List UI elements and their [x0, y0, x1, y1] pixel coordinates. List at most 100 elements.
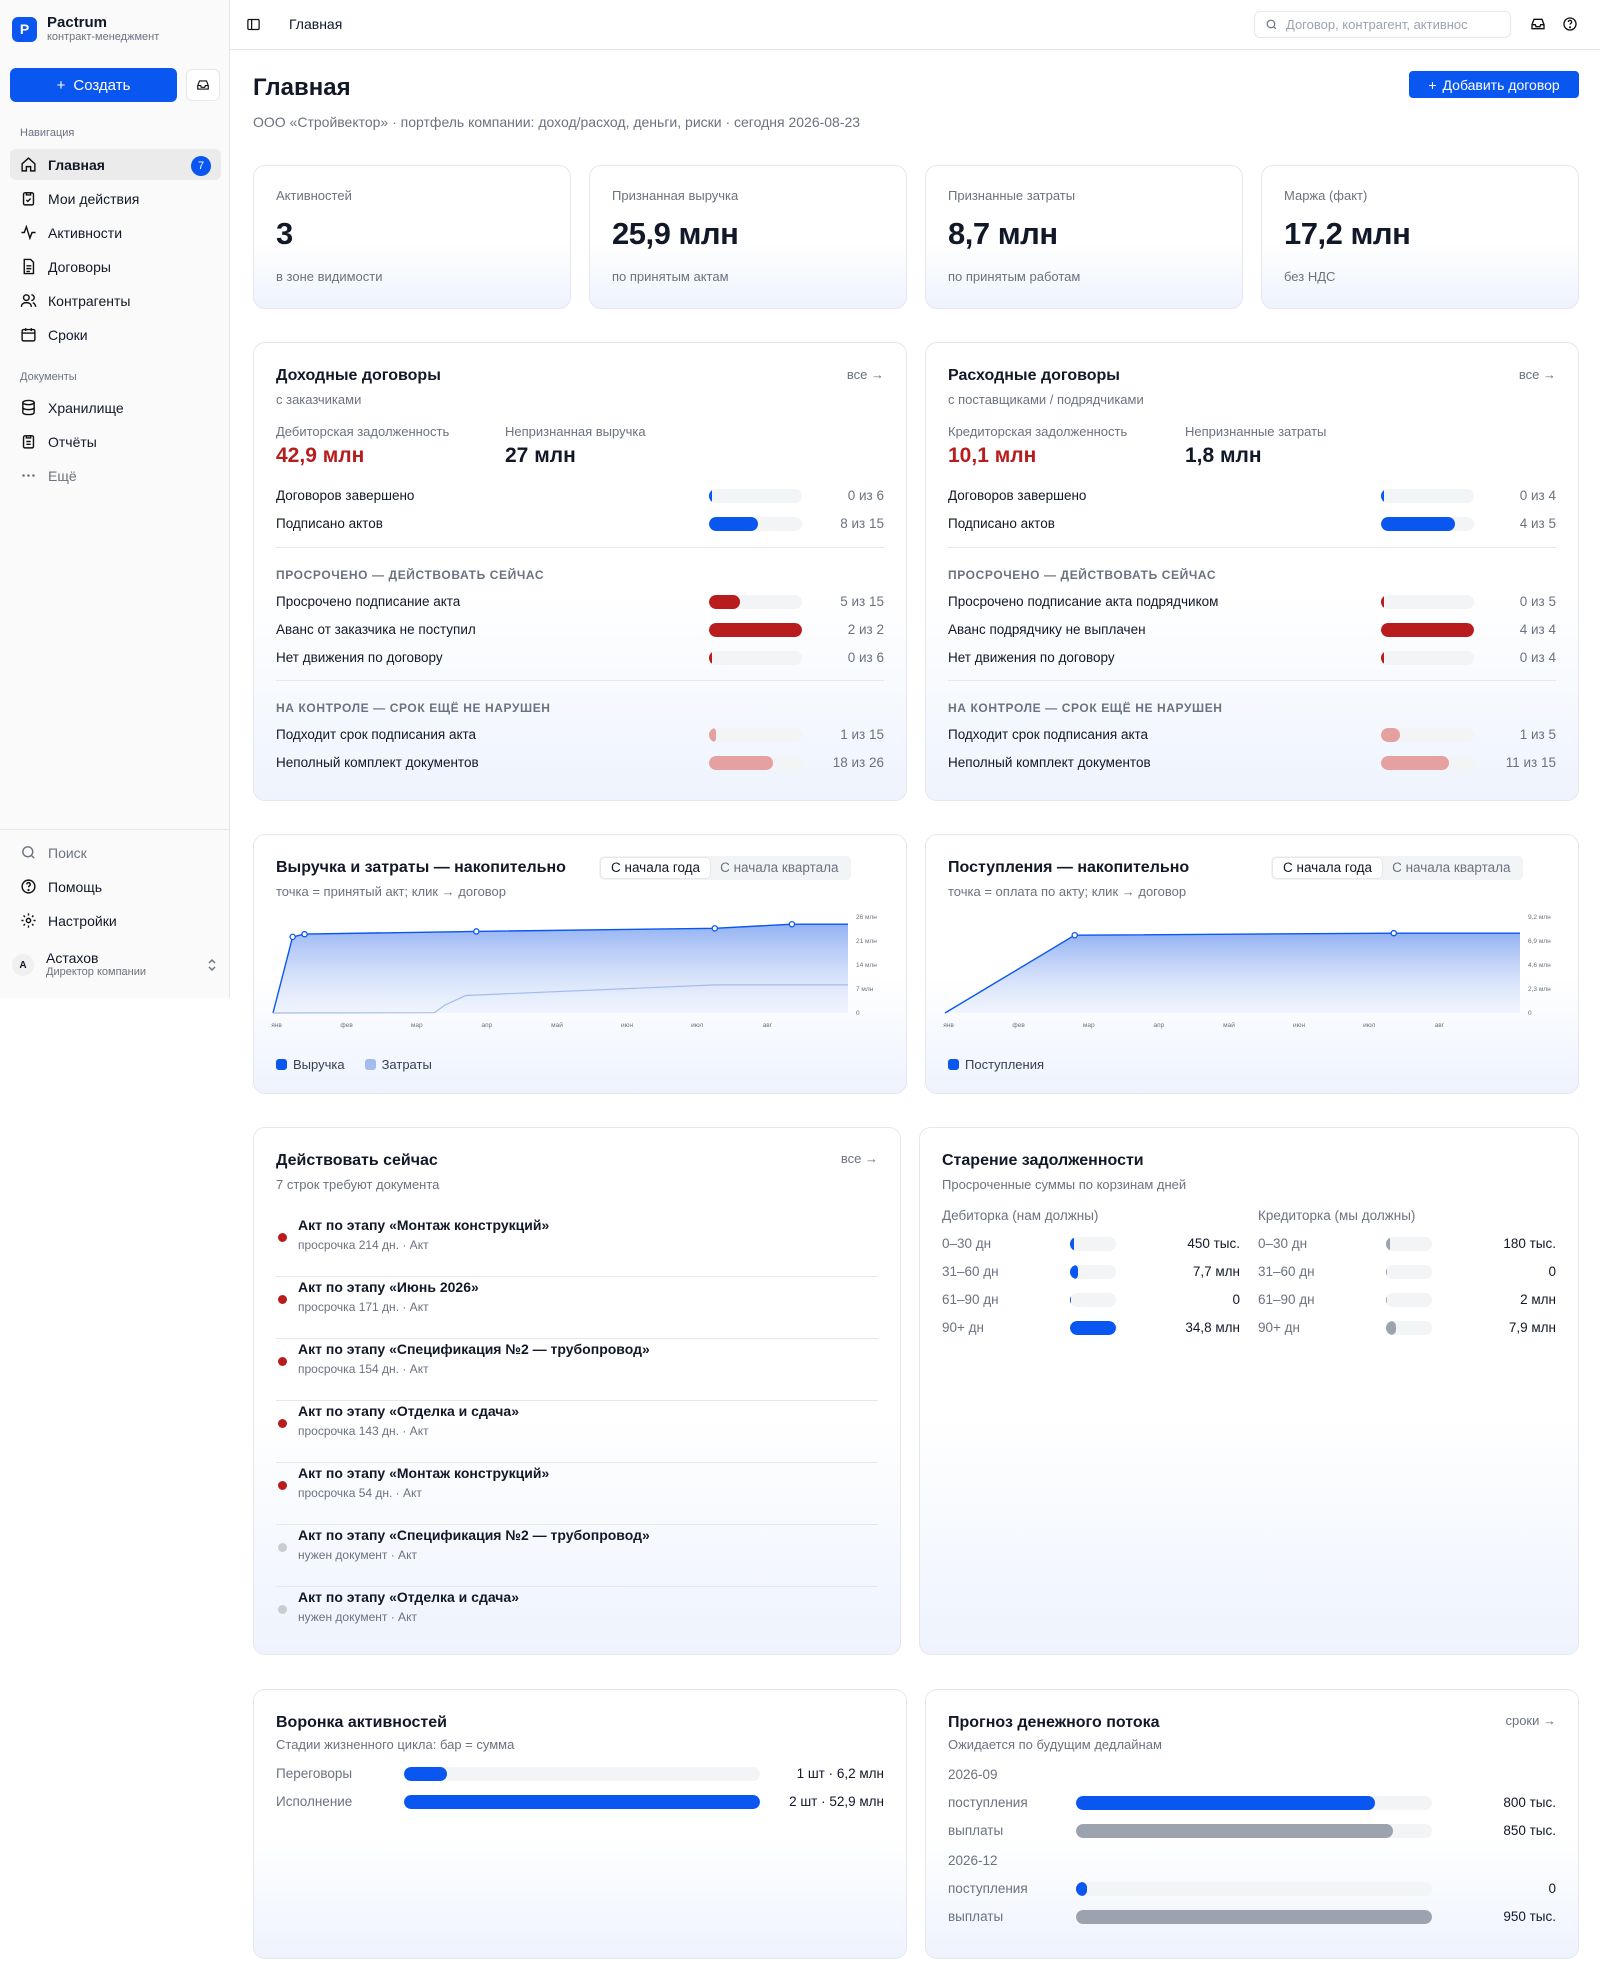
aging-bucket-label: 31–60 дн	[942, 1264, 999, 1279]
y-tick-label: 0	[856, 1010, 860, 1017]
all-link[interactable]: все →	[841, 1151, 878, 1166]
control-row-count: 1 из 5	[1519, 727, 1556, 742]
breadcrumb[interactable]: Главная	[289, 16, 342, 32]
chart-legend: Поступления	[948, 1057, 1044, 1072]
action-item[interactable]: Акт по этапу «Отделка и сдача» просрочка…	[276, 1401, 878, 1463]
funnel-bar[interactable]	[404, 1795, 760, 1809]
sidebar-item-deadlines[interactable]: Сроки	[10, 319, 221, 350]
sidebar-item-contracts[interactable]: Договоры	[10, 251, 221, 282]
overdue-row-label[interactable]: Нет движения по договору	[948, 650, 1115, 665]
forecast-fill	[1076, 1796, 1376, 1810]
overdue-row-label[interactable]: Аванс подрядчику не выплачен	[948, 622, 1146, 637]
control-row-label[interactable]: Подходит срок подписания акта	[276, 727, 476, 742]
kpi-note: по принятым работам	[948, 269, 1081, 284]
funnel-value: 2 шт · 52,9 млн	[789, 1794, 884, 1809]
progress-fill	[1381, 517, 1456, 531]
progress-bar	[1381, 651, 1474, 665]
overdue-row-label[interactable]: Нет движения по договору	[276, 650, 443, 665]
sidebar-item-my-actions[interactable]: Мои действия	[10, 183, 221, 214]
inbox-button[interactable]	[186, 69, 220, 101]
tab-year-to-date[interactable]: С начала года	[1273, 858, 1383, 878]
forecast-fill	[1076, 1910, 1432, 1924]
database-icon	[22, 399, 35, 416]
clipboard-check-icon	[22, 192, 35, 206]
sidebar-item-help[interactable]: Помощь	[10, 871, 221, 902]
sidebar-item-activities[interactable]: Активности	[10, 217, 221, 248]
y-tick-label: 6,9 млн	[1528, 938, 1551, 945]
action-item[interactable]: Акт по этапу «Отделка и сдача» нужен док…	[276, 1587, 878, 1649]
action-meta: просрочка 214 дн. · Акт	[298, 1238, 429, 1252]
forecast-bar[interactable]	[1076, 1824, 1432, 1838]
tab-year-to-date[interactable]: С начала года	[601, 858, 711, 878]
users-icon	[20, 294, 37, 307]
user-menu[interactable]: A Астахов Директор компании	[12, 951, 218, 979]
sidebar-item-search[interactable]: Поиск	[10, 837, 221, 868]
progress-bar	[709, 489, 802, 503]
sidebar-item-home[interactable]: Главная 7	[10, 149, 221, 180]
kpi-card-activities[interactable]: Активностей 3 в зоне видимости	[253, 165, 571, 309]
action-item[interactable]: Акт по этапу «Монтаж конструкций» просро…	[276, 1215, 878, 1277]
docs-heading: Документы	[20, 371, 77, 383]
brand[interactable]: P Pactrum контракт-менеджмент	[12, 14, 159, 44]
brand-logo: P	[12, 16, 37, 42]
overdue-row-label[interactable]: Просрочено подписание акта подрядчиком	[948, 594, 1218, 609]
forecast-period: 2026-12	[948, 1853, 998, 1868]
debt-aging-card: Старение задолженности Просроченные сумм…	[919, 1127, 1579, 1655]
tab-quarter-to-date[interactable]: С начала квартала	[1382, 858, 1520, 878]
card-subtitle: Стадии жизненного цикла: бар = сумма	[276, 1737, 515, 1752]
add-contract-button[interactable]: + Добавить договор	[1409, 71, 1579, 98]
forecast-bar[interactable]	[1076, 1882, 1432, 1896]
payments-chart[interactable]: янв фев мар апр май июн июл авг 9,2 млн 6,9 млн 4,…	[940, 907, 1566, 1037]
control-heading: НА КОНТРОЛЕ — СРОК ЕЩЁ НЕ НАРУШЕН	[276, 701, 551, 715]
inbox-icon	[197, 80, 209, 90]
forecast-bar[interactable]	[1076, 1796, 1432, 1810]
inbox-icon[interactable]	[1530, 16, 1546, 32]
kpi-card-costs[interactable]: Признанные затраты 8,7 млн по принятым р…	[925, 165, 1243, 309]
all-link[interactable]: все →	[1519, 367, 1556, 382]
chevron-updown-icon	[208, 958, 216, 972]
data-point	[788, 920, 796, 928]
kpi-card-margin[interactable]: Маржа (факт) 17,2 млн без НДС	[1261, 165, 1579, 309]
sidebar-item-more[interactable]: Ещё	[10, 460, 221, 491]
kpi-card-revenue[interactable]: Признанная выручка 25,9 млн по принятым …	[589, 165, 907, 309]
revenue-costs-chart-card: Выручка и затраты — накопительно точка =…	[253, 834, 907, 1094]
create-button-label: Создать	[73, 76, 131, 94]
sidebar-item-reports[interactable]: Отчёты	[10, 426, 221, 457]
action-item[interactable]: Акт по этапу «Спецификация №2 — трубопро…	[276, 1525, 878, 1587]
app-root: P Pactrum контракт-менеджмент + Создать …	[0, 0, 1600, 1979]
revenue-costs-chart[interactable]: янв фев мар апр май июн июл авг 26 млн 21 млн 14 м…	[268, 907, 894, 1037]
brand-subtitle: контракт-менеджмент	[47, 31, 160, 43]
overdue-row-label[interactable]: Аванс от заказчика не поступил	[276, 622, 476, 637]
progress-fill	[709, 651, 712, 665]
create-button[interactable]: + Создать	[10, 68, 177, 102]
help-icon[interactable]	[1562, 16, 1578, 32]
card-subtitle: Просроченные суммы по корзинам дней	[942, 1177, 1187, 1192]
action-meta: просрочка 143 дн. · Акт	[298, 1424, 429, 1438]
aging-value: 450 тыс.	[1187, 1236, 1240, 1251]
funnel-value: 1 шт · 6,2 млн	[796, 1766, 884, 1781]
control-row-label[interactable]: Неполный комплект документов	[948, 755, 1151, 770]
control-row-label[interactable]: Неполный комплект документов	[276, 755, 479, 770]
search-input[interactable]: Договор, контрагент, активнос	[1254, 11, 1511, 38]
data-point	[711, 925, 719, 932]
action-item[interactable]: Акт по этапу «Спецификация №2 — трубопро…	[276, 1339, 878, 1401]
sidebar-item-counterparties[interactable]: Контрагенты	[10, 285, 221, 316]
funnel-bar[interactable]	[404, 1767, 760, 1781]
sidebar-item-storage[interactable]: Хранилище	[10, 392, 221, 423]
all-link[interactable]: все →	[847, 367, 884, 382]
forecast-bar[interactable]	[1076, 1910, 1432, 1924]
divider	[948, 680, 1556, 681]
deadlines-link[interactable]: сроки →	[1505, 1713, 1556, 1728]
sidebar-item-settings[interactable]: Настройки	[10, 905, 221, 936]
overdue-row-label[interactable]: Просрочено подписание акта	[276, 594, 460, 609]
action-item[interactable]: Акт по этапу «Июнь 2026» просрочка 171 д…	[276, 1277, 878, 1339]
x-tick-label: мар	[1083, 1022, 1095, 1029]
sidebar-toggle-icon[interactable]	[246, 17, 261, 32]
sidebar-item-label: Настройки	[48, 912, 117, 929]
action-item[interactable]: Акт по этапу «Монтаж конструкций» просро…	[276, 1463, 878, 1525]
y-tick-label: 9,2 млн	[1528, 914, 1551, 921]
control-row-label[interactable]: Подходит срок подписания акта	[948, 727, 1148, 742]
forecast-fill	[1076, 1882, 1087, 1896]
progress-fill	[1381, 595, 1384, 609]
tab-quarter-to-date[interactable]: С начала квартала	[710, 858, 848, 878]
